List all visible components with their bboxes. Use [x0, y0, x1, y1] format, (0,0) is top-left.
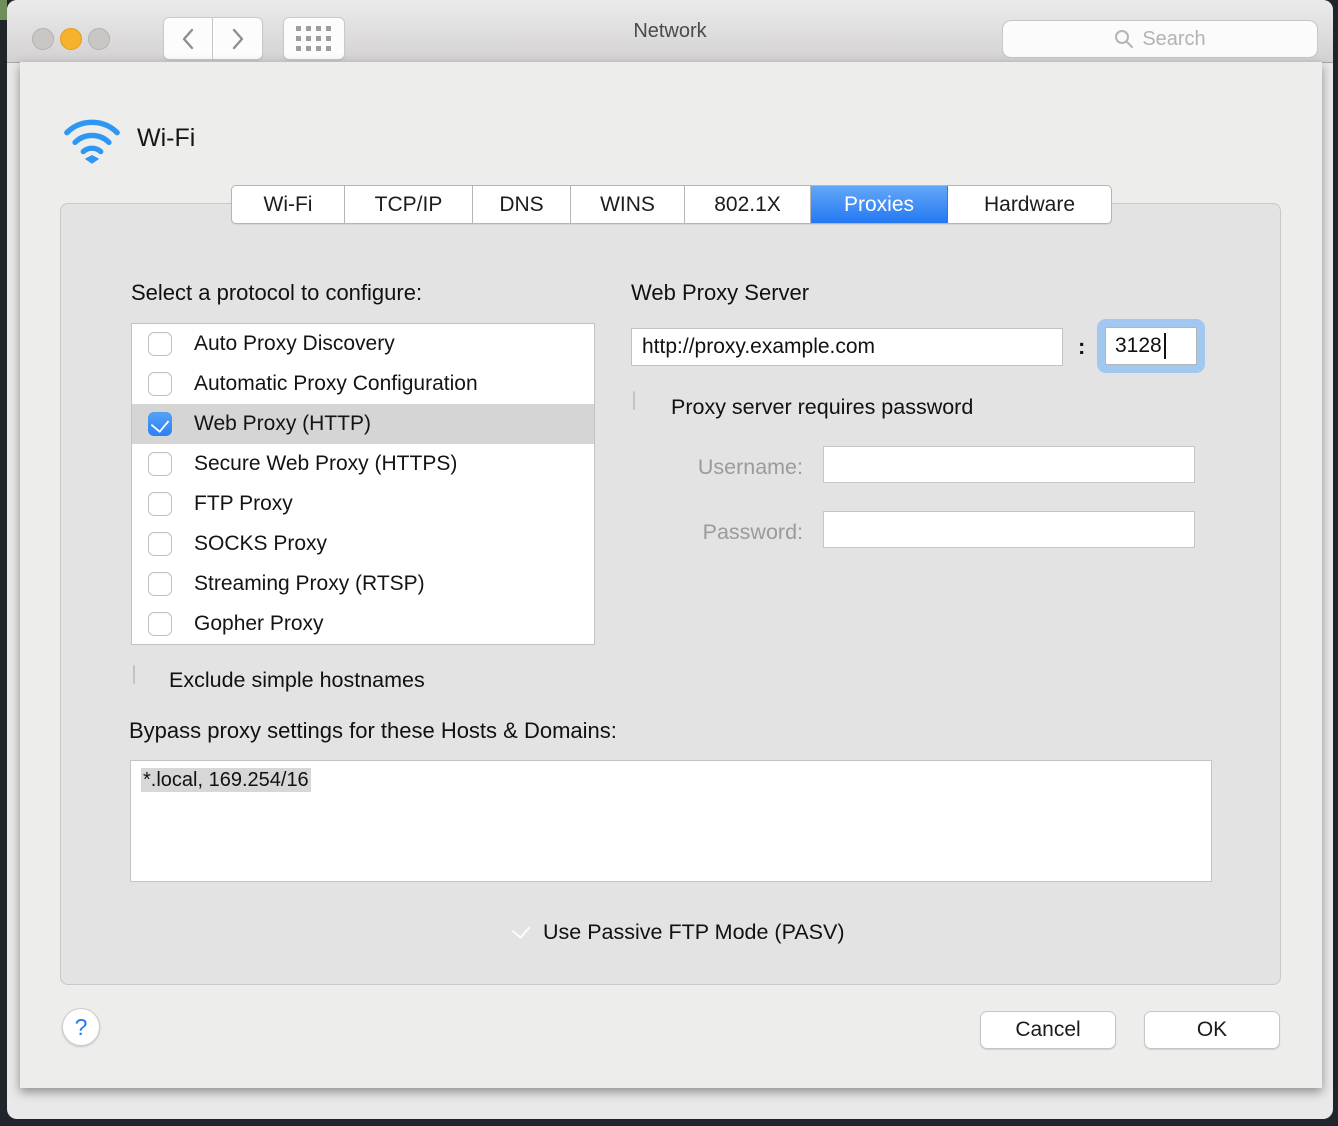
ok-button[interactable]: OK [1144, 1011, 1280, 1049]
tab-bar: Wi-Fi TCP/IP DNS WINS 802.1X Proxies Har… [231, 185, 1112, 224]
protocol-row[interactable]: SOCKS Proxy [132, 524, 594, 564]
tab-tcpip[interactable]: TCP/IP [345, 186, 473, 223]
protocol-row[interactable]: Web Proxy (HTTP) [132, 404, 594, 444]
text-cursor [1164, 333, 1166, 359]
proxies-panel: Select a protocol to configure: Auto Pro… [60, 203, 1281, 985]
exclude-hostnames-label: Exclude simple hostnames [169, 668, 425, 693]
protocol-label: FTP Proxy [194, 492, 293, 516]
protocol-label: Web Proxy (HTTP) [194, 412, 371, 436]
chevron-left-icon [181, 28, 195, 50]
back-button[interactable] [163, 17, 213, 60]
password-label: Password: [541, 520, 803, 545]
port-separator: : [1078, 334, 1085, 360]
bypass-textarea[interactable]: *.local, 169.254/16 [130, 760, 1212, 882]
proxies-sheet: Wi-Fi Wi-Fi TCP/IP DNS WINS 802.1X Proxi… [20, 62, 1322, 1088]
cancel-button-label: Cancel [1015, 1018, 1080, 1042]
username-input[interactable] [823, 446, 1195, 483]
minimize-button[interactable] [60, 28, 82, 50]
protocol-label: Auto Proxy Discovery [194, 332, 395, 356]
question-mark-icon: ? [75, 1014, 88, 1041]
tab-8021x[interactable]: 802.1X [685, 186, 811, 223]
search-placeholder: Search [1142, 28, 1205, 51]
protocol-label: SOCKS Proxy [194, 532, 327, 556]
protocol-row[interactable]: Automatic Proxy Configuration [132, 364, 594, 404]
protocol-row[interactable]: FTP Proxy [132, 484, 594, 524]
protocol-label: Automatic Proxy Configuration [194, 372, 478, 396]
protocol-row[interactable]: Gopher Proxy [132, 604, 594, 644]
protocol-checkbox[interactable] [148, 612, 172, 636]
protocol-checkbox[interactable] [148, 452, 172, 476]
exclude-hostnames-checkbox[interactable] [133, 665, 135, 684]
protocol-label: Secure Web Proxy (HTTPS) [194, 452, 457, 476]
protocol-row[interactable]: Secure Web Proxy (HTTPS) [132, 444, 594, 484]
protocol-checkbox[interactable] [148, 332, 172, 356]
nav-buttons [163, 17, 263, 60]
search-input[interactable]: Search [1002, 20, 1318, 58]
proxy-port-focus-ring: 3128 [1097, 319, 1205, 373]
bypass-label: Bypass proxy settings for these Hosts & … [129, 718, 617, 744]
proxy-server-input[interactable] [631, 328, 1063, 366]
desktop-sliver [0, 0, 7, 20]
proxy-port-input[interactable]: 3128 [1105, 327, 1197, 365]
requires-password-checkbox[interactable] [633, 391, 635, 410]
protocol-row[interactable]: Streaming Proxy (RTSP) [132, 564, 594, 604]
network-preferences-window: Network Search [7, 0, 1333, 1119]
zoom-button[interactable] [88, 28, 110, 50]
connection-name: Wi-Fi [137, 124, 195, 153]
protocol-list-label: Select a protocol to configure: [131, 280, 422, 306]
chevron-right-icon [231, 28, 245, 50]
help-button[interactable]: ? [62, 1008, 100, 1046]
username-label: Username: [541, 455, 803, 480]
forward-button[interactable] [213, 17, 263, 60]
proxy-port-value: 3128 [1115, 334, 1162, 358]
protocol-checkbox[interactable] [148, 492, 172, 516]
ok-button-label: OK [1197, 1018, 1227, 1042]
password-input[interactable] [823, 511, 1195, 548]
protocol-label: Gopher Proxy [194, 612, 324, 636]
protocol-checkbox[interactable] [148, 532, 172, 556]
web-proxy-server-heading: Web Proxy Server [631, 280, 809, 306]
tab-wifi[interactable]: Wi-Fi [232, 186, 345, 223]
bypass-value: *.local, 169.254/16 [141, 768, 311, 792]
tab-wins[interactable]: WINS [571, 186, 685, 223]
show-all-button[interactable] [283, 17, 345, 60]
protocol-checkbox[interactable] [148, 572, 172, 596]
protocol-row[interactable]: Auto Proxy Discovery [132, 324, 594, 364]
tab-proxies[interactable]: Proxies [811, 186, 948, 223]
grid-icon [296, 26, 332, 52]
tab-hardware[interactable]: Hardware [948, 186, 1111, 223]
wifi-icon [60, 112, 124, 164]
passive-ftp-label: Use Passive FTP Mode (PASV) [543, 920, 845, 945]
tab-dns[interactable]: DNS [473, 186, 571, 223]
protocol-checkbox[interactable] [148, 372, 172, 396]
titlebar: Network Search [7, 0, 1333, 63]
close-button[interactable] [32, 28, 54, 50]
protocol-label: Streaming Proxy (RTSP) [194, 572, 425, 596]
search-icon [1114, 29, 1134, 49]
protocol-list: Auto Proxy Discovery Automatic Proxy Con… [131, 323, 595, 645]
cancel-button[interactable]: Cancel [980, 1011, 1116, 1049]
protocol-checkbox[interactable] [148, 412, 172, 436]
requires-password-label: Proxy server requires password [671, 395, 973, 420]
